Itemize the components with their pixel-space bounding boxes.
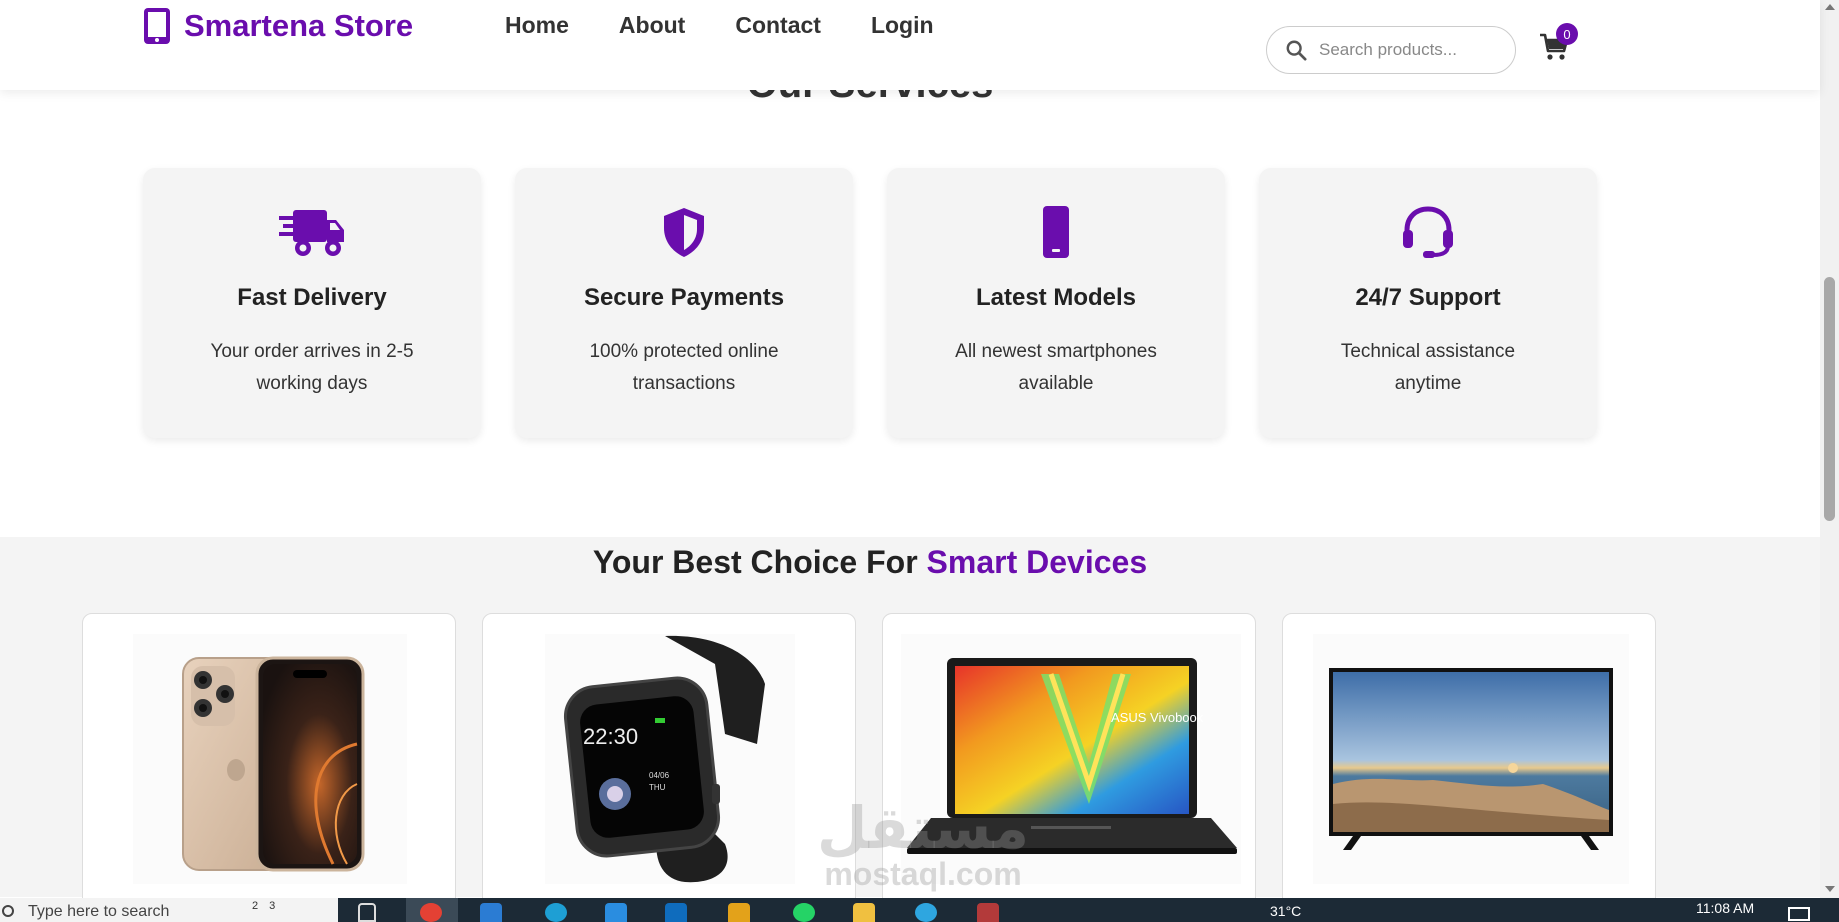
- smartphone-picture: [182, 656, 365, 872]
- edge-icon[interactable]: [545, 903, 567, 922]
- search-icon: [1286, 40, 1307, 61]
- chrome-icon[interactable]: [420, 903, 442, 922]
- file-explorer-icon[interactable]: [853, 903, 875, 922]
- tablet-phone-icon: [1043, 206, 1069, 258]
- notification-icon[interactable]: [1788, 907, 1810, 921]
- watch-date: 04/06: [649, 771, 670, 780]
- products-title-accent: Smart Devices: [926, 544, 1148, 580]
- service-title: 24/7 Support: [1355, 284, 1501, 311]
- taskbar-search-text: Type here to search: [28, 903, 170, 920]
- service-description: 100% protected online transactions: [589, 341, 779, 394]
- outlook-icon[interactable]: [665, 903, 687, 922]
- tv-image: [1313, 634, 1629, 884]
- service-description: Technical assistance anytime: [1340, 341, 1516, 394]
- brand-logo[interactable]: Smartena Store: [142, 6, 413, 46]
- product-card-smartphone[interactable]: [82, 613, 456, 913]
- tv-picture: [1329, 668, 1613, 850]
- truck-icon: [279, 210, 344, 256]
- products-title: Your Best Choice For Smart Devices: [0, 544, 1740, 581]
- service-card-latest-models: Latest Models All newest smartphones ava…: [887, 168, 1225, 438]
- nav-about[interactable]: About: [619, 12, 685, 39]
- page-scrollbar[interactable]: [1820, 0, 1839, 898]
- weather-widget[interactable]: 31°C: [1270, 903, 1301, 919]
- watch-time: 22:30: [583, 724, 638, 749]
- watch-day: THU: [649, 783, 666, 792]
- nav-home[interactable]: Home: [505, 12, 569, 39]
- whatsapp-icon[interactable]: [793, 903, 815, 922]
- service-title: Secure Payments: [583, 284, 785, 311]
- mobile-phone-icon: [144, 8, 170, 44]
- scroll-up-arrow-icon[interactable]: [1825, 4, 1835, 10]
- watermark-domain: mostaql.com: [824, 856, 1022, 892]
- service-card-secure-payments: Secure Payments 100% protected online tr…: [515, 168, 853, 438]
- nav-contact[interactable]: Contact: [735, 12, 821, 39]
- cart-count-badge: 0: [1556, 23, 1578, 45]
- copilot-icon[interactable]: [480, 903, 502, 922]
- windows-taskbar: Type here to search 2 3 31°C 11:08 AM: [0, 898, 1839, 922]
- search-input[interactable]: [1319, 40, 1499, 60]
- smartwatch-image: 22:30 04/06 THU: [545, 634, 795, 884]
- service-description: All newest smartphones available: [955, 341, 1157, 394]
- nav-login[interactable]: Login: [871, 12, 934, 39]
- watermark-arabic: مستقل: [816, 796, 1030, 861]
- product-card-smartwatch[interactable]: 22:30 04/06 THU: [482, 613, 856, 913]
- notes-icon[interactable]: [728, 903, 750, 922]
- winrar-icon[interactable]: [977, 903, 999, 922]
- search-box[interactable]: [1266, 26, 1516, 74]
- telegram-icon[interactable]: [915, 903, 937, 922]
- main-nav: Home About Contact Login: [505, 12, 934, 39]
- headset-icon: [1403, 206, 1453, 258]
- scroll-down-arrow-icon[interactable]: [1825, 886, 1835, 892]
- service-description: Your order arrives in 2-5 working days: [210, 341, 414, 394]
- taskbar-widget[interactable]: 2 3: [252, 900, 292, 922]
- taskbar-clock[interactable]: 11:08 AM: [1696, 900, 1754, 916]
- service-card-fast-delivery: Fast Delivery Your order arrives in 2-5 …: [143, 168, 481, 438]
- task-view-icon[interactable]: [358, 903, 376, 922]
- products-title-prefix: Your Best Choice For: [592, 544, 918, 580]
- service-title: Latest Models: [975, 284, 1137, 311]
- store-icon[interactable]: [605, 903, 627, 922]
- search-icon: [2, 905, 14, 917]
- mostaql-watermark: مستقل mostaql.com: [808, 796, 1038, 892]
- scrollbar-thumb[interactable]: [1824, 277, 1835, 521]
- service-card-support: 24/7 Support Technical assistance anytim…: [1259, 168, 1597, 438]
- smartphone-image: [133, 634, 407, 884]
- cart-button[interactable]: 0: [1539, 23, 1578, 62]
- service-title: Fast Delivery: [237, 284, 387, 311]
- laptop-screen-text: ASUS Vivobook: [1111, 710, 1204, 725]
- smartwatch-picture: 22:30 04/06 THU: [563, 635, 765, 883]
- brand-name: Smartena Store: [184, 8, 414, 43]
- product-card-tv[interactable]: [1282, 613, 1656, 913]
- shield-icon: [664, 208, 704, 257]
- site-header: Smartena Store Home About Contact Login …: [0, 0, 1820, 90]
